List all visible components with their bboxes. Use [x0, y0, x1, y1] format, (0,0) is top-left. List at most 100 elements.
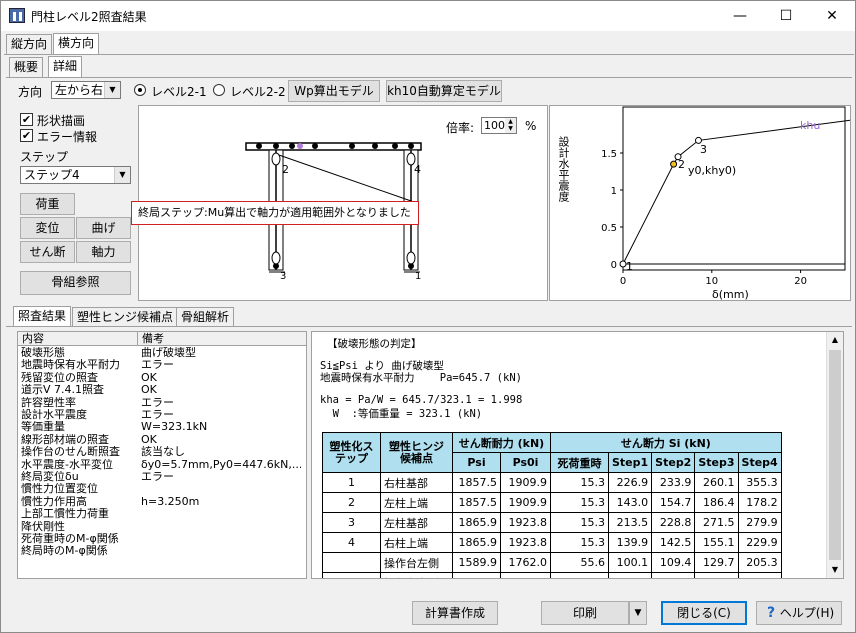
- table-cell: 142.5: [651, 532, 696, 553]
- maximize-button[interactable]: ☐: [763, 1, 809, 31]
- beam-node: [392, 143, 398, 149]
- scroll-thumb[interactable]: [829, 350, 841, 560]
- list-item-note: 該当なし: [141, 446, 185, 459]
- list-item[interactable]: 終局時のM-φ関係: [18, 545, 303, 557]
- th-shear-force: せん断力 Si (kN): [550, 432, 782, 453]
- beam-node: [312, 143, 318, 149]
- close-window-button[interactable]: ✕: [809, 1, 855, 31]
- frame-reference-button[interactable]: 骨組参照: [20, 271, 131, 295]
- list-body: 破壊形態 曲げ破壊型 地震時保有水平耐力 エラー 残留変位の照査 OK 道示V 7.4.1照…: [18, 347, 306, 577]
- list-item-note: OK: [141, 433, 157, 446]
- print-dropdown-icon[interactable]: ▼: [629, 601, 647, 625]
- calc-report-button[interactable]: 計算書作成: [412, 601, 498, 625]
- list-item[interactable]: 操作台のせん断照査 該当なし: [18, 446, 303, 458]
- hinge-node: [406, 251, 416, 265]
- node-label-2: 2: [282, 163, 289, 176]
- bending-button[interactable]: 曲げ: [76, 217, 131, 239]
- table-cell: 右柱基部: [380, 472, 453, 493]
- data-point: [670, 160, 678, 168]
- th-step1: Step1: [607, 452, 653, 473]
- table-cell: 271.5: [694, 512, 739, 533]
- chart-svg: 0 0.5 1 1.5 0 10 20: [601, 106, 850, 287]
- list-item[interactable]: 終局変位δu エラー: [18, 471, 303, 483]
- report-scrollbar[interactable]: ▲ ▼: [826, 332, 843, 578]
- list-item[interactable]: 上部工慣性力荷重: [18, 508, 303, 520]
- shear-button[interactable]: せん断: [20, 241, 75, 263]
- list-item[interactable]: 設計水平震度 エラー: [18, 409, 303, 421]
- table-cell: 1762.0: [500, 572, 551, 578]
- list-item-content: 終局変位δu: [21, 471, 79, 483]
- direction-select[interactable]: 左から右 ▼: [51, 81, 121, 99]
- tab-vertical[interactable]: 縦方向: [6, 34, 53, 54]
- report-line3: kha = Pa/W = 645.7/323.1 = 1.998: [320, 394, 523, 406]
- annot-1: 1: [626, 260, 633, 273]
- y-tick-label: 0.5: [601, 223, 617, 234]
- table-cell: 355.3: [737, 472, 782, 493]
- list-item-content: 終局時のM-φ関係: [21, 545, 108, 558]
- th-ps0i: Ps0i: [500, 452, 551, 473]
- scroll-up-icon[interactable]: ▲: [827, 332, 843, 348]
- list-item[interactable]: 慣性力作用高 h=3.250m: [18, 496, 303, 508]
- table-cell: 143.0: [607, 492, 653, 513]
- y-tick-label: 0: [611, 260, 617, 271]
- scroll-down-icon[interactable]: ▼: [827, 562, 843, 578]
- table-row: 操作台右側1589.91762.055.6211.3220.6241.0316.…: [322, 572, 782, 578]
- shape-checkbox[interactable]: ✔: [20, 113, 33, 126]
- x-tick-label: 0: [620, 276, 626, 287]
- help-button[interactable]: ? ヘルプ(H): [756, 601, 842, 625]
- load-button[interactable]: 荷重: [20, 193, 75, 215]
- list-item[interactable]: 降伏剛性: [18, 521, 303, 533]
- list-item-content: 設計水平震度: [21, 409, 87, 421]
- table-cell: 1865.9: [452, 512, 501, 533]
- list-item[interactable]: 等価重量 W=323.1kN: [18, 421, 303, 433]
- bottom-tab-divider: [6, 326, 852, 327]
- list-header: 内容 備考: [18, 332, 306, 346]
- error-checkbox[interactable]: ✔: [20, 129, 33, 142]
- wp-model-button[interactable]: Wp算出モデル: [288, 80, 380, 102]
- tab-frame-analysis[interactable]: 骨組解析: [176, 307, 235, 327]
- list-item[interactable]: 地震時保有水平耐力 エラー: [18, 359, 303, 371]
- list-item[interactable]: 水平震度-水平変位 δy0=5.7mm,Py0=447.6kN,...: [18, 459, 303, 471]
- th-step2: Step2: [651, 452, 696, 473]
- list-item[interactable]: 許容塑性率 エラー: [18, 397, 303, 409]
- list-item[interactable]: 残留変位の照査 OK: [18, 372, 303, 384]
- list-item-note: h=3.250m: [141, 495, 200, 508]
- table-cell: 241.0: [694, 572, 739, 578]
- close-button[interactable]: 閉じる(C): [661, 601, 747, 625]
- level22-radio[interactable]: [213, 84, 225, 96]
- th-step: 塑性化ステップ: [322, 432, 381, 473]
- list-item[interactable]: 破壊形態 曲げ破壊型: [18, 347, 303, 359]
- tab-detail[interactable]: 詳細: [48, 56, 83, 77]
- step-select[interactable]: ステップ4 ▼: [20, 166, 131, 184]
- list-item-note: 曲げ破壊型: [141, 347, 196, 359]
- error-check-label: エラー情報: [37, 130, 98, 144]
- minimize-button[interactable]: —: [717, 1, 763, 31]
- kh10-model-button[interactable]: kh10自動算定モデル: [386, 80, 502, 102]
- table-cell: 55.6: [550, 552, 609, 573]
- error-message: 終局ステップ:Mu算出で軸力が適用範囲外となりました: [131, 201, 419, 225]
- tab-overview[interactable]: 概要: [9, 57, 44, 77]
- tab-hinge-candidates[interactable]: 塑性ヒンジ候補点: [72, 307, 179, 327]
- table-cell: 左柱基部: [380, 512, 453, 533]
- report-panel: 【破壊形態の判定】 Si≦Psi より 曲げ破壊型 地震時保有水平耐力 Pa=6…: [311, 331, 844, 579]
- table-cell: 操作台右側: [380, 572, 453, 578]
- app-icon: [9, 8, 25, 23]
- table-cell: 15.3: [550, 532, 609, 553]
- axial-button[interactable]: 軸力: [76, 241, 131, 263]
- report-line4: W :等価重量 = 323.1 (kN): [320, 408, 483, 420]
- list-item[interactable]: 慣性力位置変位: [18, 483, 303, 495]
- level21-radio[interactable]: [134, 84, 146, 96]
- table-cell: 228.8: [651, 512, 696, 533]
- annot-3: 3: [700, 143, 707, 156]
- print-button[interactable]: 印刷: [541, 601, 629, 625]
- tab-check-results[interactable]: 照査結果: [13, 306, 72, 327]
- tab-horizontal[interactable]: 横方向: [53, 33, 100, 54]
- table-cell: [322, 552, 381, 573]
- displacement-button[interactable]: 変位: [20, 217, 75, 239]
- results-list[interactable]: 内容 備考 破壊形態 曲げ破壊型 地震時保有水平耐力 エラー 残留変位の照査 OK 道示V …: [17, 331, 307, 579]
- list-item[interactable]: 道示V 7.4.1照査 OK: [18, 384, 303, 396]
- list-item[interactable]: 線形部材端の照査 OK: [18, 434, 303, 446]
- table-cell: 操作台左側: [380, 552, 453, 573]
- annot-yield: y0,khy0): [688, 164, 737, 177]
- list-item[interactable]: 死荷重時のM-φ関係: [18, 533, 303, 545]
